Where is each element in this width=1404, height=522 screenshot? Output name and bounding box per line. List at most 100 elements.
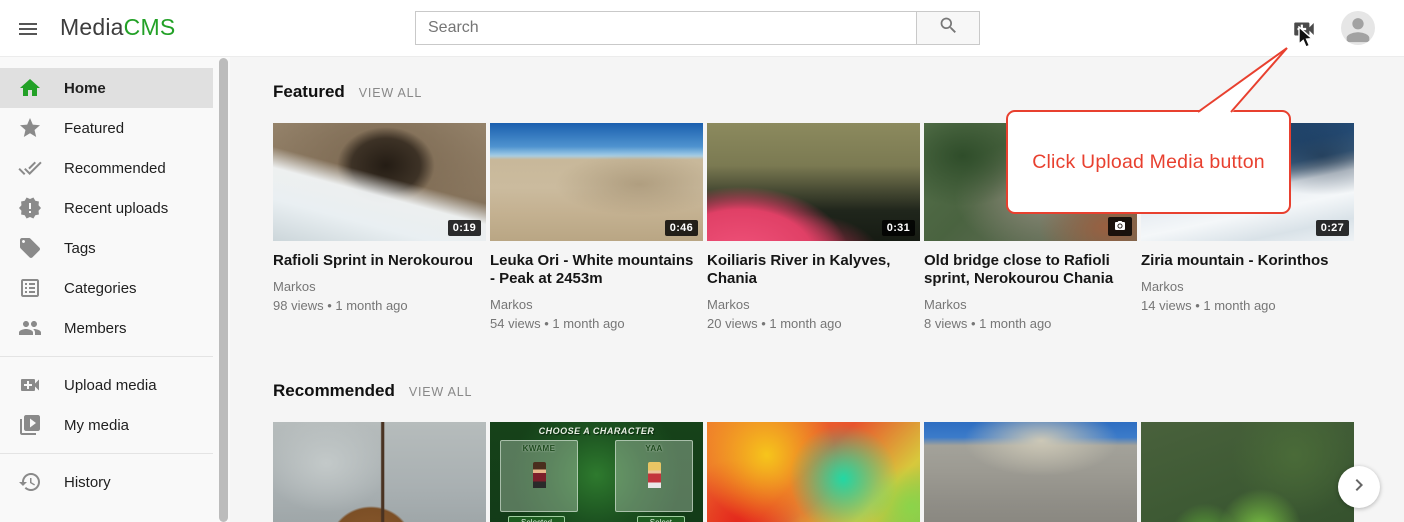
history-icon: [18, 470, 42, 494]
media-title[interactable]: Old bridge close to Rafioli sprint, Nero…: [924, 252, 1137, 288]
game-overlay-title: CHOOSE A CHARACTER: [490, 426, 703, 436]
search-bar: [415, 11, 980, 45]
sidebar-item-label: Recommended: [64, 160, 166, 177]
section-title: Recommended: [273, 381, 395, 401]
sidebar-item-label: Categories: [64, 280, 137, 297]
sidebar-item-label: Recent uploads: [64, 200, 168, 217]
section-title: Featured: [273, 82, 345, 102]
my-media-icon: [18, 413, 42, 437]
sidebar-item-label: Featured: [64, 120, 124, 137]
user-avatar[interactable]: [1341, 11, 1375, 45]
duration-badge: 0:27: [1316, 220, 1349, 236]
duration-badge: 0:31: [882, 220, 915, 236]
search-icon: [938, 15, 959, 41]
media-thumbnail[interactable]: CHOOSE A CHARACTER KWAME YAA Selected: [490, 422, 703, 522]
media-author[interactable]: Markos: [707, 297, 920, 312]
sidebar-scrollbar[interactable]: [219, 58, 228, 522]
logo-media: Media: [60, 14, 124, 40]
sidebar-item-members[interactable]: Members: [0, 308, 213, 348]
media-title[interactable]: Leuka Ori - White mountains - Peak at 24…: [490, 252, 703, 288]
media-thumbnail[interactable]: [924, 422, 1137, 522]
new-releases-icon: [18, 196, 42, 220]
app-logo[interactable]: MediaCMS: [60, 14, 175, 41]
media-author[interactable]: Markos: [924, 297, 1137, 312]
duration-badge: 0:19: [448, 220, 481, 236]
sidebar-item-recent-uploads[interactable]: Recent uploads: [0, 188, 213, 228]
media-card: [273, 422, 486, 522]
sidebar-item-my-media[interactable]: My media: [0, 405, 213, 445]
media-card: 0:46 Leuka Ori - White mountains - Peak …: [490, 123, 703, 331]
chevron-right-icon: [1347, 473, 1371, 502]
sidebar-item-label: Tags: [64, 240, 96, 257]
sidebar-item-label: History: [64, 474, 111, 491]
home-icon: [18, 76, 42, 100]
upload-media-icon: [18, 373, 42, 397]
sidebar-item-categories[interactable]: Categories: [0, 268, 213, 308]
tag-icon: [18, 236, 42, 260]
sidebar-item-label: Members: [64, 320, 127, 337]
logo-cms: CMS: [124, 14, 176, 40]
media-thumbnail[interactable]: 0:46: [490, 123, 703, 241]
media-meta: 98 views • 1 month ago: [273, 298, 486, 313]
media-title[interactable]: Koiliaris River in Kalyves, Chania: [707, 252, 920, 288]
view-all-link[interactable]: VIEW ALL: [359, 86, 422, 100]
menu-icon[interactable]: [16, 17, 40, 41]
media-title[interactable]: Rafioli Sprint in Nerokourou: [273, 252, 486, 270]
duration-badge: 0:46: [665, 220, 698, 236]
media-meta: 20 views • 1 month ago: [707, 316, 920, 331]
media-meta: 14 views • 1 month ago: [1141, 298, 1354, 313]
media-card: 0:19 Rafioli Sprint in Nerokourou Markos…: [273, 123, 486, 331]
person-icon: [1341, 32, 1375, 45]
game-character-sprite: [533, 462, 546, 488]
star-icon: [18, 116, 42, 140]
sidebar-item-upload-media[interactable]: Upload media: [0, 365, 213, 405]
media-meta: 54 views • 1 month ago: [490, 316, 703, 331]
sidebar-item-home[interactable]: Home: [0, 68, 213, 108]
game-character-sprite: [648, 462, 661, 488]
categories-icon: [18, 276, 42, 300]
sidebar-item-recommended[interactable]: Recommended: [0, 148, 213, 188]
game-select-button: Select: [637, 516, 685, 522]
game-character-name: KWAME: [501, 444, 577, 453]
media-thumbnail[interactable]: [707, 422, 920, 522]
carousel-next-button[interactable]: [1338, 466, 1380, 508]
view-all-link[interactable]: VIEW ALL: [409, 385, 472, 399]
media-card: [924, 422, 1137, 522]
tooltip-text: Click Upload Media button: [1032, 151, 1265, 174]
media-author[interactable]: Markos: [273, 279, 486, 294]
sidebar-item-label: My media: [64, 417, 129, 434]
sidebar-item-history[interactable]: History: [0, 462, 213, 502]
media-author[interactable]: Markos: [490, 297, 703, 312]
sidebar: Home Featured Recommended Recent uploads…: [0, 57, 230, 522]
game-selected-button: Selected: [508, 516, 565, 522]
media-thumbnail[interactable]: [273, 422, 486, 522]
media-thumbnail[interactable]: 0:31: [707, 123, 920, 241]
recommended-section: Recommended VIEW ALL CHOOSE A CHARACTER …: [273, 381, 1354, 522]
sidebar-item-label: Home: [64, 80, 106, 97]
media-card: [707, 422, 920, 522]
game-character-name: YAA: [616, 444, 692, 453]
sidebar-item-tags[interactable]: Tags: [0, 228, 213, 268]
media-card: [1141, 422, 1354, 522]
members-icon: [18, 316, 42, 340]
search-input[interactable]: [416, 12, 916, 44]
mouse-cursor-icon: [1298, 26, 1316, 50]
sidebar-item-featured[interactable]: Featured: [0, 108, 213, 148]
media-author[interactable]: Markos: [1141, 279, 1354, 294]
media-thumbnail[interactable]: [1141, 422, 1354, 522]
search-button[interactable]: [916, 12, 979, 44]
media-meta: 8 views • 1 month ago: [924, 316, 1137, 331]
sidebar-divider: [0, 356, 213, 357]
media-thumbnail[interactable]: 0:19: [273, 123, 486, 241]
tutorial-tooltip: Click Upload Media button: [1006, 110, 1291, 214]
game-character-panel: KWAME: [500, 440, 578, 512]
camera-icon: [1108, 217, 1132, 236]
tooltip-pointer: [1180, 40, 1300, 118]
media-card: CHOOSE A CHARACTER KWAME YAA Selected: [490, 422, 703, 522]
media-card: 0:31 Koiliaris River in Kalyves, Chania …: [707, 123, 920, 331]
media-title[interactable]: Ziria mountain - Korinthos: [1141, 252, 1354, 270]
game-character-panel: YAA: [615, 440, 693, 512]
sidebar-item-label: Upload media: [64, 377, 157, 394]
done-all-icon: [18, 156, 42, 180]
sidebar-divider: [0, 453, 213, 454]
